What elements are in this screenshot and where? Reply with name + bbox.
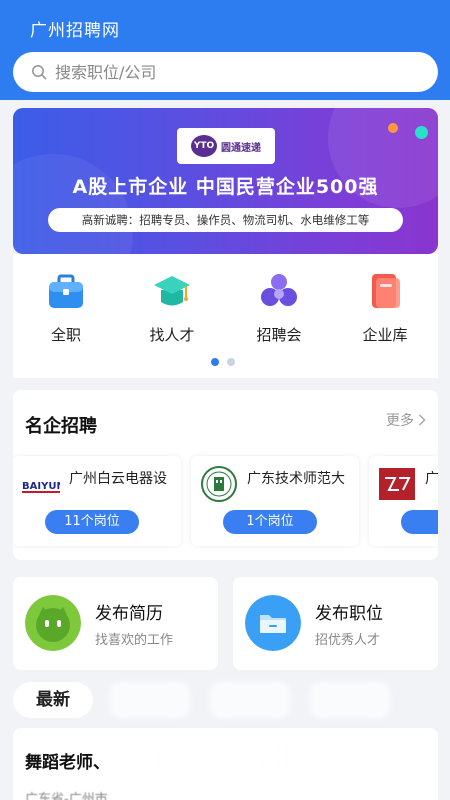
company-card[interactable]: 广东技术师范大 1个岗位 xyxy=(191,456,359,546)
advertiser-logo: YTO 圆通速递 xyxy=(177,128,275,164)
banner-dot xyxy=(388,123,398,133)
more-label: 更多 xyxy=(386,413,414,429)
people-group-icon xyxy=(261,274,297,306)
banner-subline: 高新诚聘：招聘专员、操作员、物流司机、水电维修工等 xyxy=(48,208,403,232)
section-title: 名企招聘 xyxy=(25,416,97,437)
menu-item-find-talent[interactable]: 找人才 xyxy=(127,272,217,345)
smiley-face-icon xyxy=(25,595,81,651)
more-link[interactable]: 更多 xyxy=(386,410,426,430)
graduation-cap-icon xyxy=(154,276,190,306)
pager-dot-active[interactable] xyxy=(211,358,219,366)
blurred-tab[interactable] xyxy=(110,682,190,718)
menu-label: 企业库 xyxy=(362,326,408,344)
action-subtitle: 招优秀人才 xyxy=(315,633,381,648)
company-logo: BAIYUN xyxy=(21,464,61,504)
action-subtitle: 找喜欢的工作 xyxy=(95,633,174,648)
tab-latest[interactable]: 最新 xyxy=(13,682,93,718)
job-location: 广东省-广州市 xyxy=(25,792,108,800)
banner-decoration xyxy=(13,154,133,254)
jobs-count-pill[interactable]: 11个岗位 xyxy=(45,510,139,534)
university-seal-icon xyxy=(201,466,237,502)
folder-icon xyxy=(245,595,301,651)
action-title: 发布简历 xyxy=(95,604,163,624)
carousel-pager xyxy=(211,358,235,366)
jobs-count-pill[interactable]: 2 xyxy=(401,510,438,534)
chevron-right-icon xyxy=(418,414,426,426)
top-header: 广州招聘网 xyxy=(0,0,450,100)
promo-banner[interactable]: YTO 圆通速递 A股上市企业 中国民营企业500强 高新诚聘：招聘专员、操作员… xyxy=(13,108,438,254)
post-job-card[interactable]: 发布职位 招优秀人才 xyxy=(233,577,438,670)
blurred-tab[interactable] xyxy=(210,682,290,718)
banner-headline: A股上市企业 中国民营企业500强 xyxy=(72,176,379,198)
blurred-overlay xyxy=(123,743,303,773)
search-input[interactable] xyxy=(55,62,415,82)
yto-logo-icon: YTO xyxy=(191,135,217,157)
company-name: 广东技术师范大 xyxy=(247,471,345,487)
menu-label: 全职 xyxy=(50,326,81,344)
menu-label: 招聘会 xyxy=(256,326,302,344)
company-name: 广州白云电器设 xyxy=(69,471,167,487)
job-title: 舞蹈老师、 xyxy=(25,753,110,773)
company-name: 广 xyxy=(425,471,438,487)
menu-item-job-fair[interactable]: 招聘会 xyxy=(234,272,324,345)
company-card[interactable]: BAIYUN 广州白云电器设 11个岗位 xyxy=(13,456,181,546)
menu-label: 找人才 xyxy=(149,326,195,344)
baiyun-logo-icon: BAIYUN xyxy=(22,481,60,493)
advertiser-name: 圆通速递 xyxy=(221,142,261,154)
blurred-tab[interactable] xyxy=(310,682,390,718)
company-card[interactable]: 广 2 xyxy=(369,456,438,546)
search-icon xyxy=(32,65,47,80)
company-logo xyxy=(199,464,239,504)
jobs-count-pill[interactable]: 1个岗位 xyxy=(223,510,317,534)
company-brand-icon xyxy=(379,468,415,500)
menu-item-fulltime[interactable]: 全职 xyxy=(21,272,111,345)
action-title: 发布职位 xyxy=(315,604,383,624)
svg-text:BAIYUN: BAIYUN xyxy=(22,481,60,492)
menu-item-company-library[interactable]: 企业库 xyxy=(340,272,430,345)
app-title: 广州招聘网 xyxy=(30,21,120,41)
quick-menu: 全职 找人才 招聘会 企业库 xyxy=(13,254,438,378)
job-listing-card[interactable]: 舞蹈老师、 广东省-广州市 xyxy=(13,728,438,800)
briefcase-icon xyxy=(49,274,83,308)
pager-dot[interactable] xyxy=(227,358,235,366)
company-logo xyxy=(377,464,417,504)
famous-companies-section: 名企招聘 更多 BAIYUN 广州白云电器设 11个岗位 广东技术师范大 xyxy=(13,390,438,560)
building-library-icon xyxy=(372,274,400,308)
search-bar[interactable] xyxy=(13,52,438,92)
post-resume-card[interactable]: 发布简历 找喜欢的工作 xyxy=(13,577,218,670)
banner-dot xyxy=(415,126,428,139)
